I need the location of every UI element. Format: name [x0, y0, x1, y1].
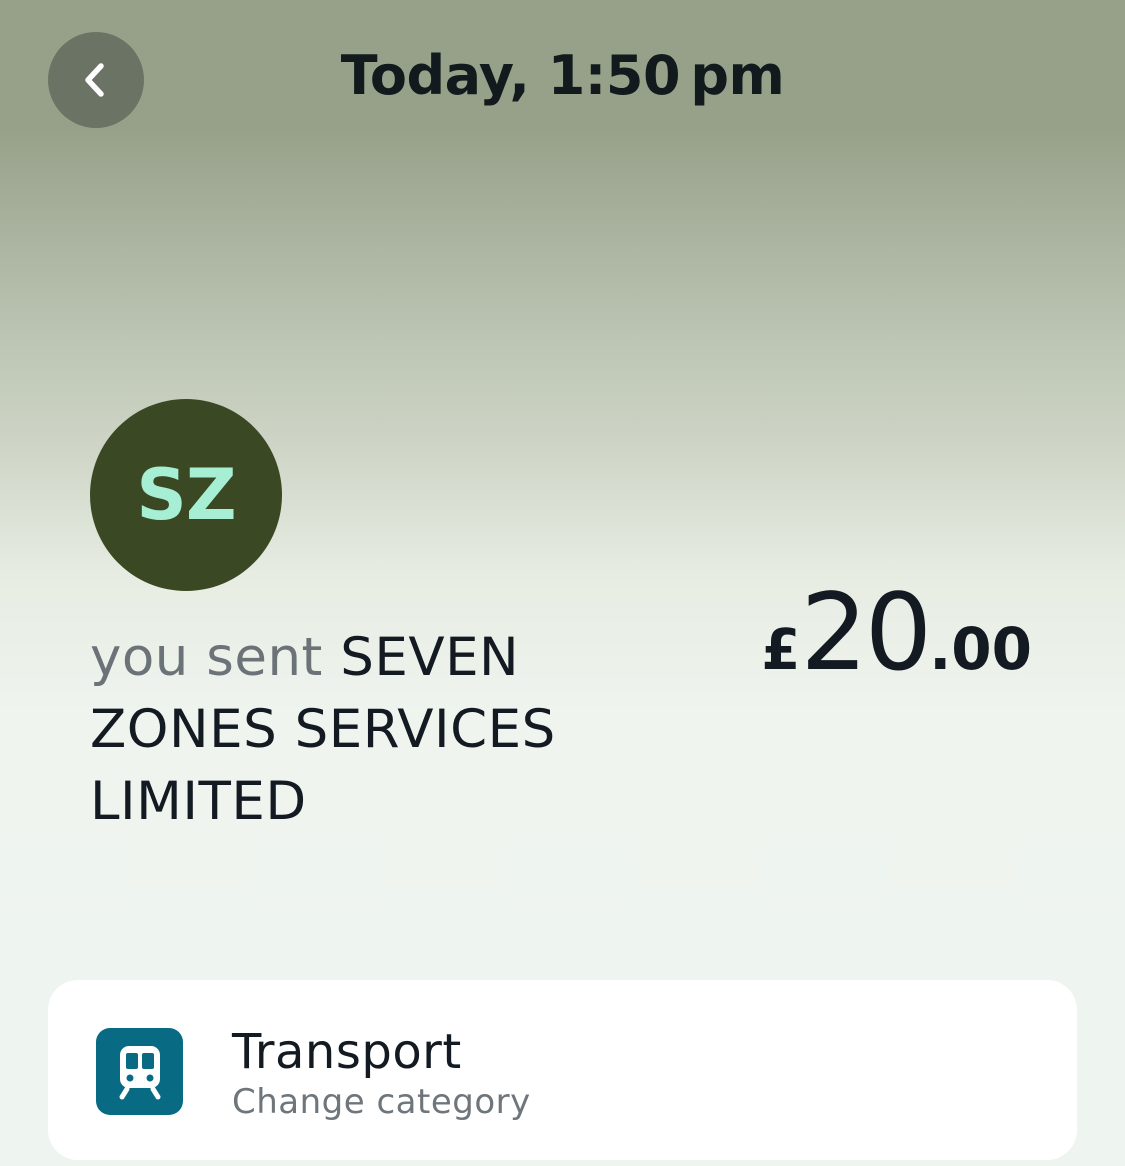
amount-decimal: .00 — [929, 615, 1032, 683]
category-name: Transport — [232, 1024, 462, 1080]
page-title: Today, 1:50 pm — [340, 44, 785, 107]
train-icon — [96, 1028, 183, 1115]
change-category-link[interactable]: Change category — [232, 1082, 531, 1122]
category-card[interactable]: Transport Change category — [48, 980, 1077, 1160]
transaction-prefix: you sent — [90, 627, 323, 688]
avatar: SZ — [90, 399, 282, 591]
transaction-description: you sent SEVEN ZONES SERVICES LIMITED — [90, 622, 650, 838]
avatar-initials: SZ — [136, 454, 236, 536]
transaction-amount: £20.00 — [761, 580, 1032, 686]
amount-whole: 20 — [800, 571, 932, 694]
amount-currency: £ — [761, 618, 801, 683]
